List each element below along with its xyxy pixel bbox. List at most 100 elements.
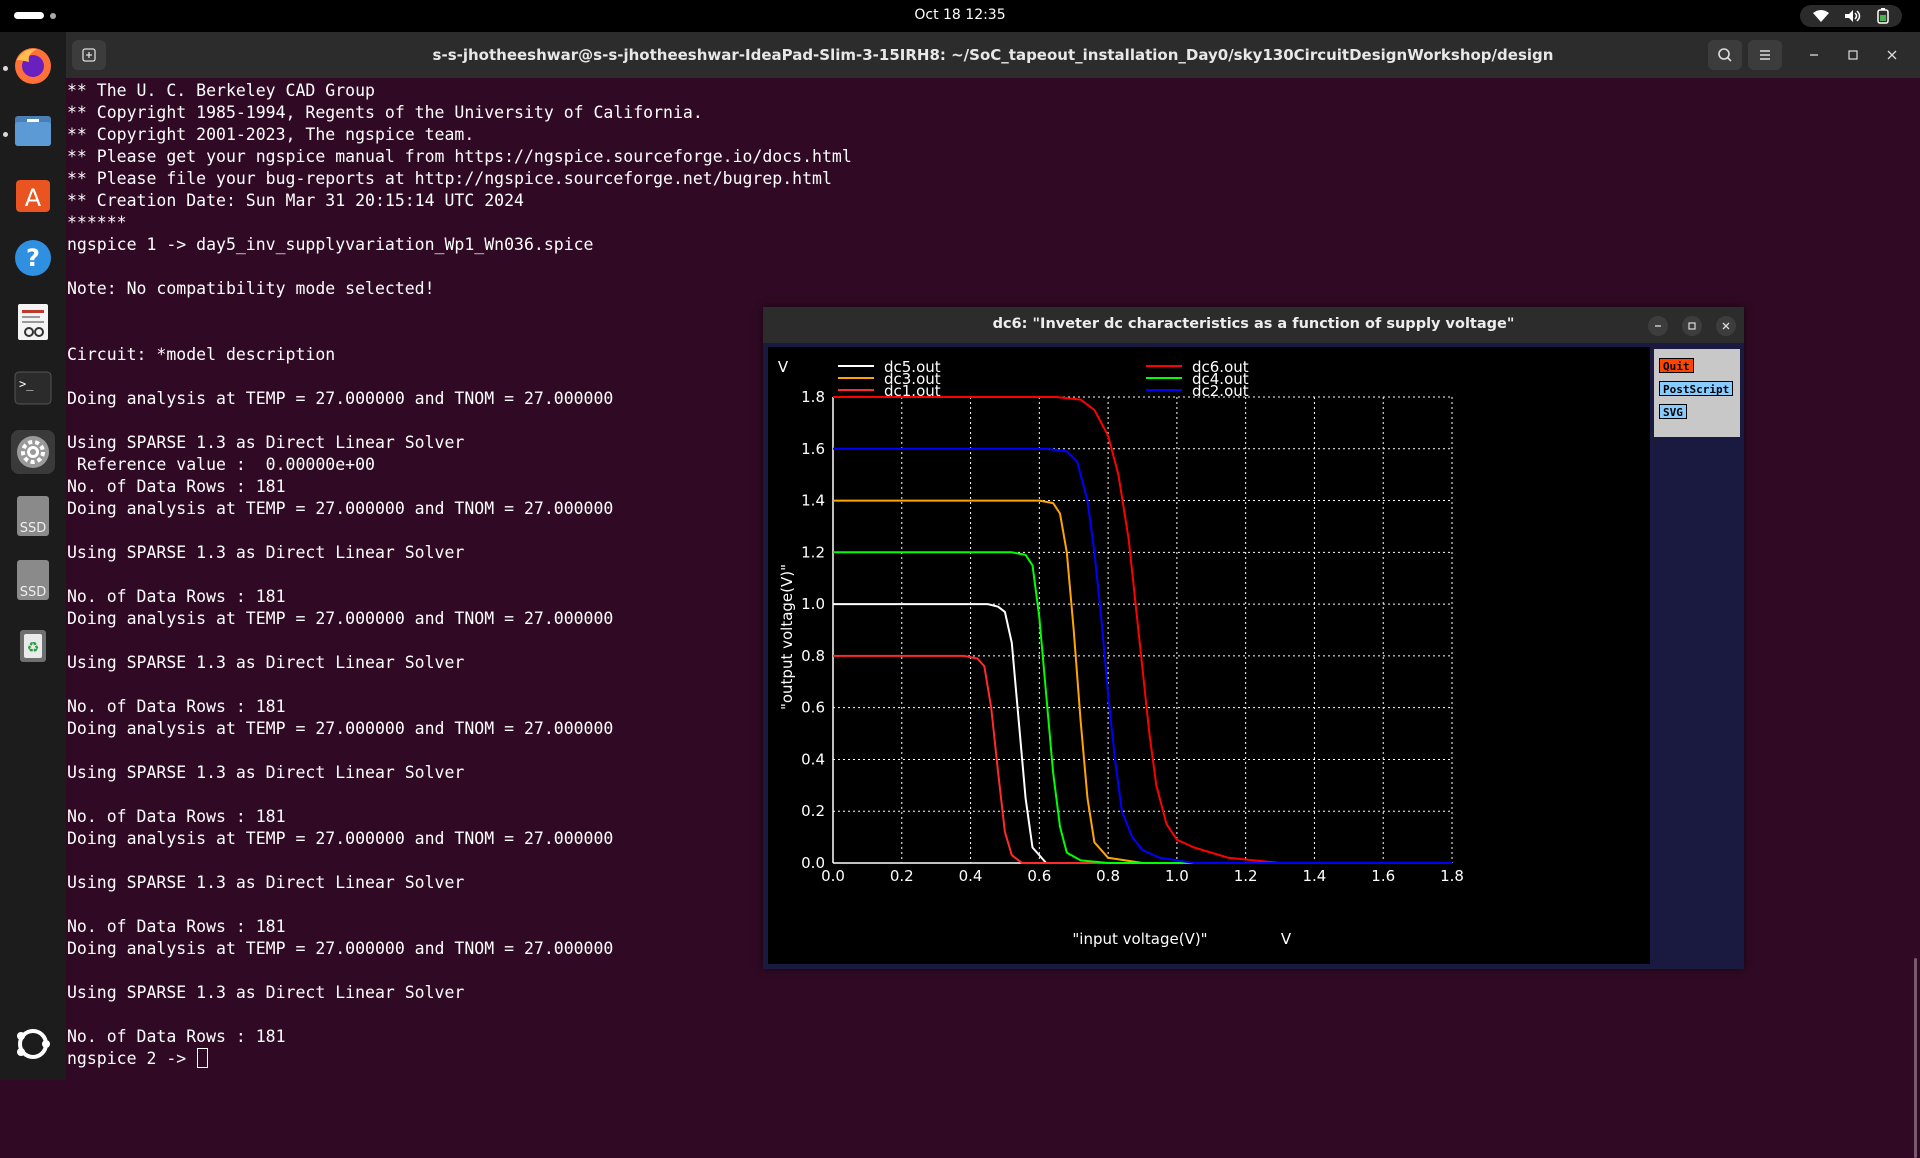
x-tick-label: 1.8 — [1440, 867, 1464, 885]
help-icon[interactable]: ? — [11, 236, 55, 280]
show-apps-icon[interactable] — [11, 1022, 55, 1066]
svg-text:♻: ♻ — [27, 640, 40, 656]
text-cursor — [197, 1048, 209, 1068]
svg-button[interactable]: SVG — [1659, 404, 1687, 419]
terminal-line: No. of Data Rows : 181 — [67, 807, 286, 826]
trash-icon[interactable]: ♻ — [11, 622, 55, 666]
system-status-area[interactable] — [1800, 5, 1902, 27]
series-line-dc3-out — [833, 499, 1452, 864]
document-viewer-icon[interactable] — [11, 300, 55, 344]
plot-titlebar[interactable]: dc6: "Inveter dc characteristics as a fu… — [763, 307, 1744, 343]
terminal-line: Using SPARSE 1.3 as Direct Linear Solver — [67, 873, 465, 892]
terminal-line: Using SPARSE 1.3 as Direct Linear Solver — [67, 653, 465, 672]
legend-label: dc2.out — [1192, 382, 1249, 400]
maximize-icon — [1688, 322, 1696, 330]
terminal-scrollbar[interactable] — [1914, 958, 1917, 1158]
plot-close-button[interactable] — [1716, 316, 1736, 336]
volume-icon — [1845, 10, 1861, 22]
svg-text:>_: >_ — [19, 377, 34, 391]
minimize-button[interactable] — [1805, 46, 1823, 64]
x-axis-label: "input voltage(V)" — [1072, 930, 1207, 948]
terminal-titlebar[interactable]: s-s-jhotheeshwar@s-s-jhotheeshwar-IdeaPa… — [66, 32, 1920, 78]
plot-window-title: dc6: "Inveter dc characteristics as a fu… — [992, 316, 1515, 332]
terminal-line: Doing analysis at TEMP = 27.000000 and T… — [67, 609, 614, 628]
terminal-prompt: ngspice 2 -> — [67, 1049, 197, 1068]
x-tick-label: 0.8 — [1096, 867, 1120, 885]
terminal-line: Using SPARSE 1.3 as Direct Linear Solver — [67, 433, 465, 452]
x-tick-label: 0.6 — [1027, 867, 1051, 885]
plot-minimize-button[interactable] — [1648, 316, 1668, 336]
y-axis-label: "output voltage(V)" — [778, 564, 796, 710]
terminal-line: Using SPARSE 1.3 as Direct Linear Solver — [67, 543, 465, 562]
plot-maximize-button[interactable] — [1682, 316, 1702, 336]
app-center-icon[interactable]: A — [11, 172, 55, 216]
y-tick-label: 1.0 — [801, 595, 825, 613]
terminal-line: No. of Data Rows : 181 — [67, 917, 286, 936]
running-indicator — [3, 66, 8, 71]
search-button[interactable] — [1708, 40, 1742, 70]
terminal-line: No. of Data Rows : 181 — [67, 1027, 286, 1046]
terminal-line: Using SPARSE 1.3 as Direct Linear Solver — [67, 983, 465, 1002]
terminal-line: ** Copyright 1985-1994, Regents of the U… — [67, 103, 703, 122]
menu-button[interactable] — [1748, 40, 1782, 70]
x-tick-label: 1.0 — [1165, 867, 1189, 885]
y-tick-label: 0.2 — [801, 802, 825, 820]
postscript-button[interactable]: PostScript — [1659, 381, 1734, 396]
y-tick-label: 1.2 — [801, 543, 825, 561]
minimize-icon — [1810, 54, 1818, 56]
terminal-line: ** Creation Date: Sun Mar 31 20:15:14 UT… — [67, 191, 524, 210]
close-icon — [1722, 322, 1730, 330]
terminal-line: Doing analysis at TEMP = 27.000000 and T… — [67, 499, 614, 518]
terminal-line: ** Please file your bug-reports at http:… — [67, 169, 832, 188]
x-tick-label: 0.2 — [890, 867, 914, 885]
battery-icon — [1877, 8, 1889, 24]
series-line-dc5-out — [833, 603, 1452, 864]
svg-text:A: A — [25, 184, 42, 212]
ngspice-plot-window[interactable]: dc6: "Inveter dc characteristics as a fu… — [763, 307, 1744, 969]
plot-button-panel: Quit PostScript SVG — [1654, 349, 1740, 437]
running-indicator — [3, 132, 8, 137]
terminal-line: ** Please get your ngspice manual from h… — [67, 147, 852, 166]
terminal-line: ****** — [67, 213, 127, 232]
wifi-icon — [1813, 10, 1829, 22]
x-tick-label: 1.6 — [1371, 867, 1395, 885]
y-tick-label: 1.4 — [801, 492, 825, 510]
x-tick-label: 1.2 — [1234, 867, 1258, 885]
terminal-line: Note: No compatibility mode selected! — [67, 279, 435, 298]
x-tick-label: 1.4 — [1303, 867, 1327, 885]
x-axis-unit: V — [1281, 930, 1292, 948]
clock[interactable]: Oct 18 12:35 — [0, 7, 1920, 23]
terminal-line: ** The U. C. Berkeley CAD Group — [67, 81, 375, 100]
close-button[interactable] — [1883, 46, 1901, 64]
series-line-dc6-out — [833, 396, 1452, 864]
minimize-icon — [1655, 325, 1661, 327]
terminal-line: No. of Data Rows : 181 — [67, 477, 286, 496]
y-tick-label: 0.6 — [801, 699, 825, 717]
dc-characteristics-chart: 0.0 0.2 0.4 0.6 0.8 1.0 1.2 1.4 1.6 1.80.00.20.40… — [778, 358, 1464, 948]
top-bar: Oct 18 12:35 — [0, 0, 1920, 32]
terminal-line: ngspice 1 -> day5_inv_supplyvariation_Wp… — [67, 235, 594, 254]
terminal-line: Doing analysis at TEMP = 27.000000 and T… — [67, 389, 614, 408]
plot-area[interactable]: 0.0 0.2 0.4 0.6 0.8 1.0 1.2 1.4 1.6 1.8 0.0 0.2 0.4 0… — [768, 347, 1650, 964]
terminal-icon[interactable]: >_ — [11, 366, 55, 410]
settings-icon[interactable] — [11, 430, 55, 474]
y-tick-label: 0.8 — [801, 647, 825, 665]
quit-button[interactable]: Quit — [1659, 358, 1694, 373]
firefox-icon[interactable] — [11, 44, 55, 88]
svg-text:?: ? — [26, 244, 40, 272]
y-axis-unit: V — [778, 358, 789, 376]
terminal-line: Reference value : 0.00000e+00 — [67, 455, 375, 474]
terminal-line: No. of Data Rows : 181 — [67, 697, 286, 716]
ssd-label: SSD — [20, 521, 47, 536]
terminal-line: Circuit: *model description — [67, 345, 336, 364]
ssd-drive-icon[interactable]: SSD — [11, 494, 55, 538]
y-tick-label: 0.0 — [801, 854, 825, 872]
ssd-drive-icon[interactable]: SSD — [11, 558, 55, 602]
terminal-line: Using SPARSE 1.3 as Direct Linear Solver — [67, 763, 465, 782]
files-icon[interactable] — [11, 108, 55, 152]
maximize-button[interactable] — [1844, 46, 1862, 64]
y-tick-label: 0.4 — [801, 750, 825, 768]
terminal-line: Doing analysis at TEMP = 27.000000 and T… — [67, 719, 614, 738]
hamburger-menu-icon — [1760, 50, 1770, 60]
terminal-prompt-line[interactable]: ngspice 2 -> — [67, 1048, 209, 1070]
